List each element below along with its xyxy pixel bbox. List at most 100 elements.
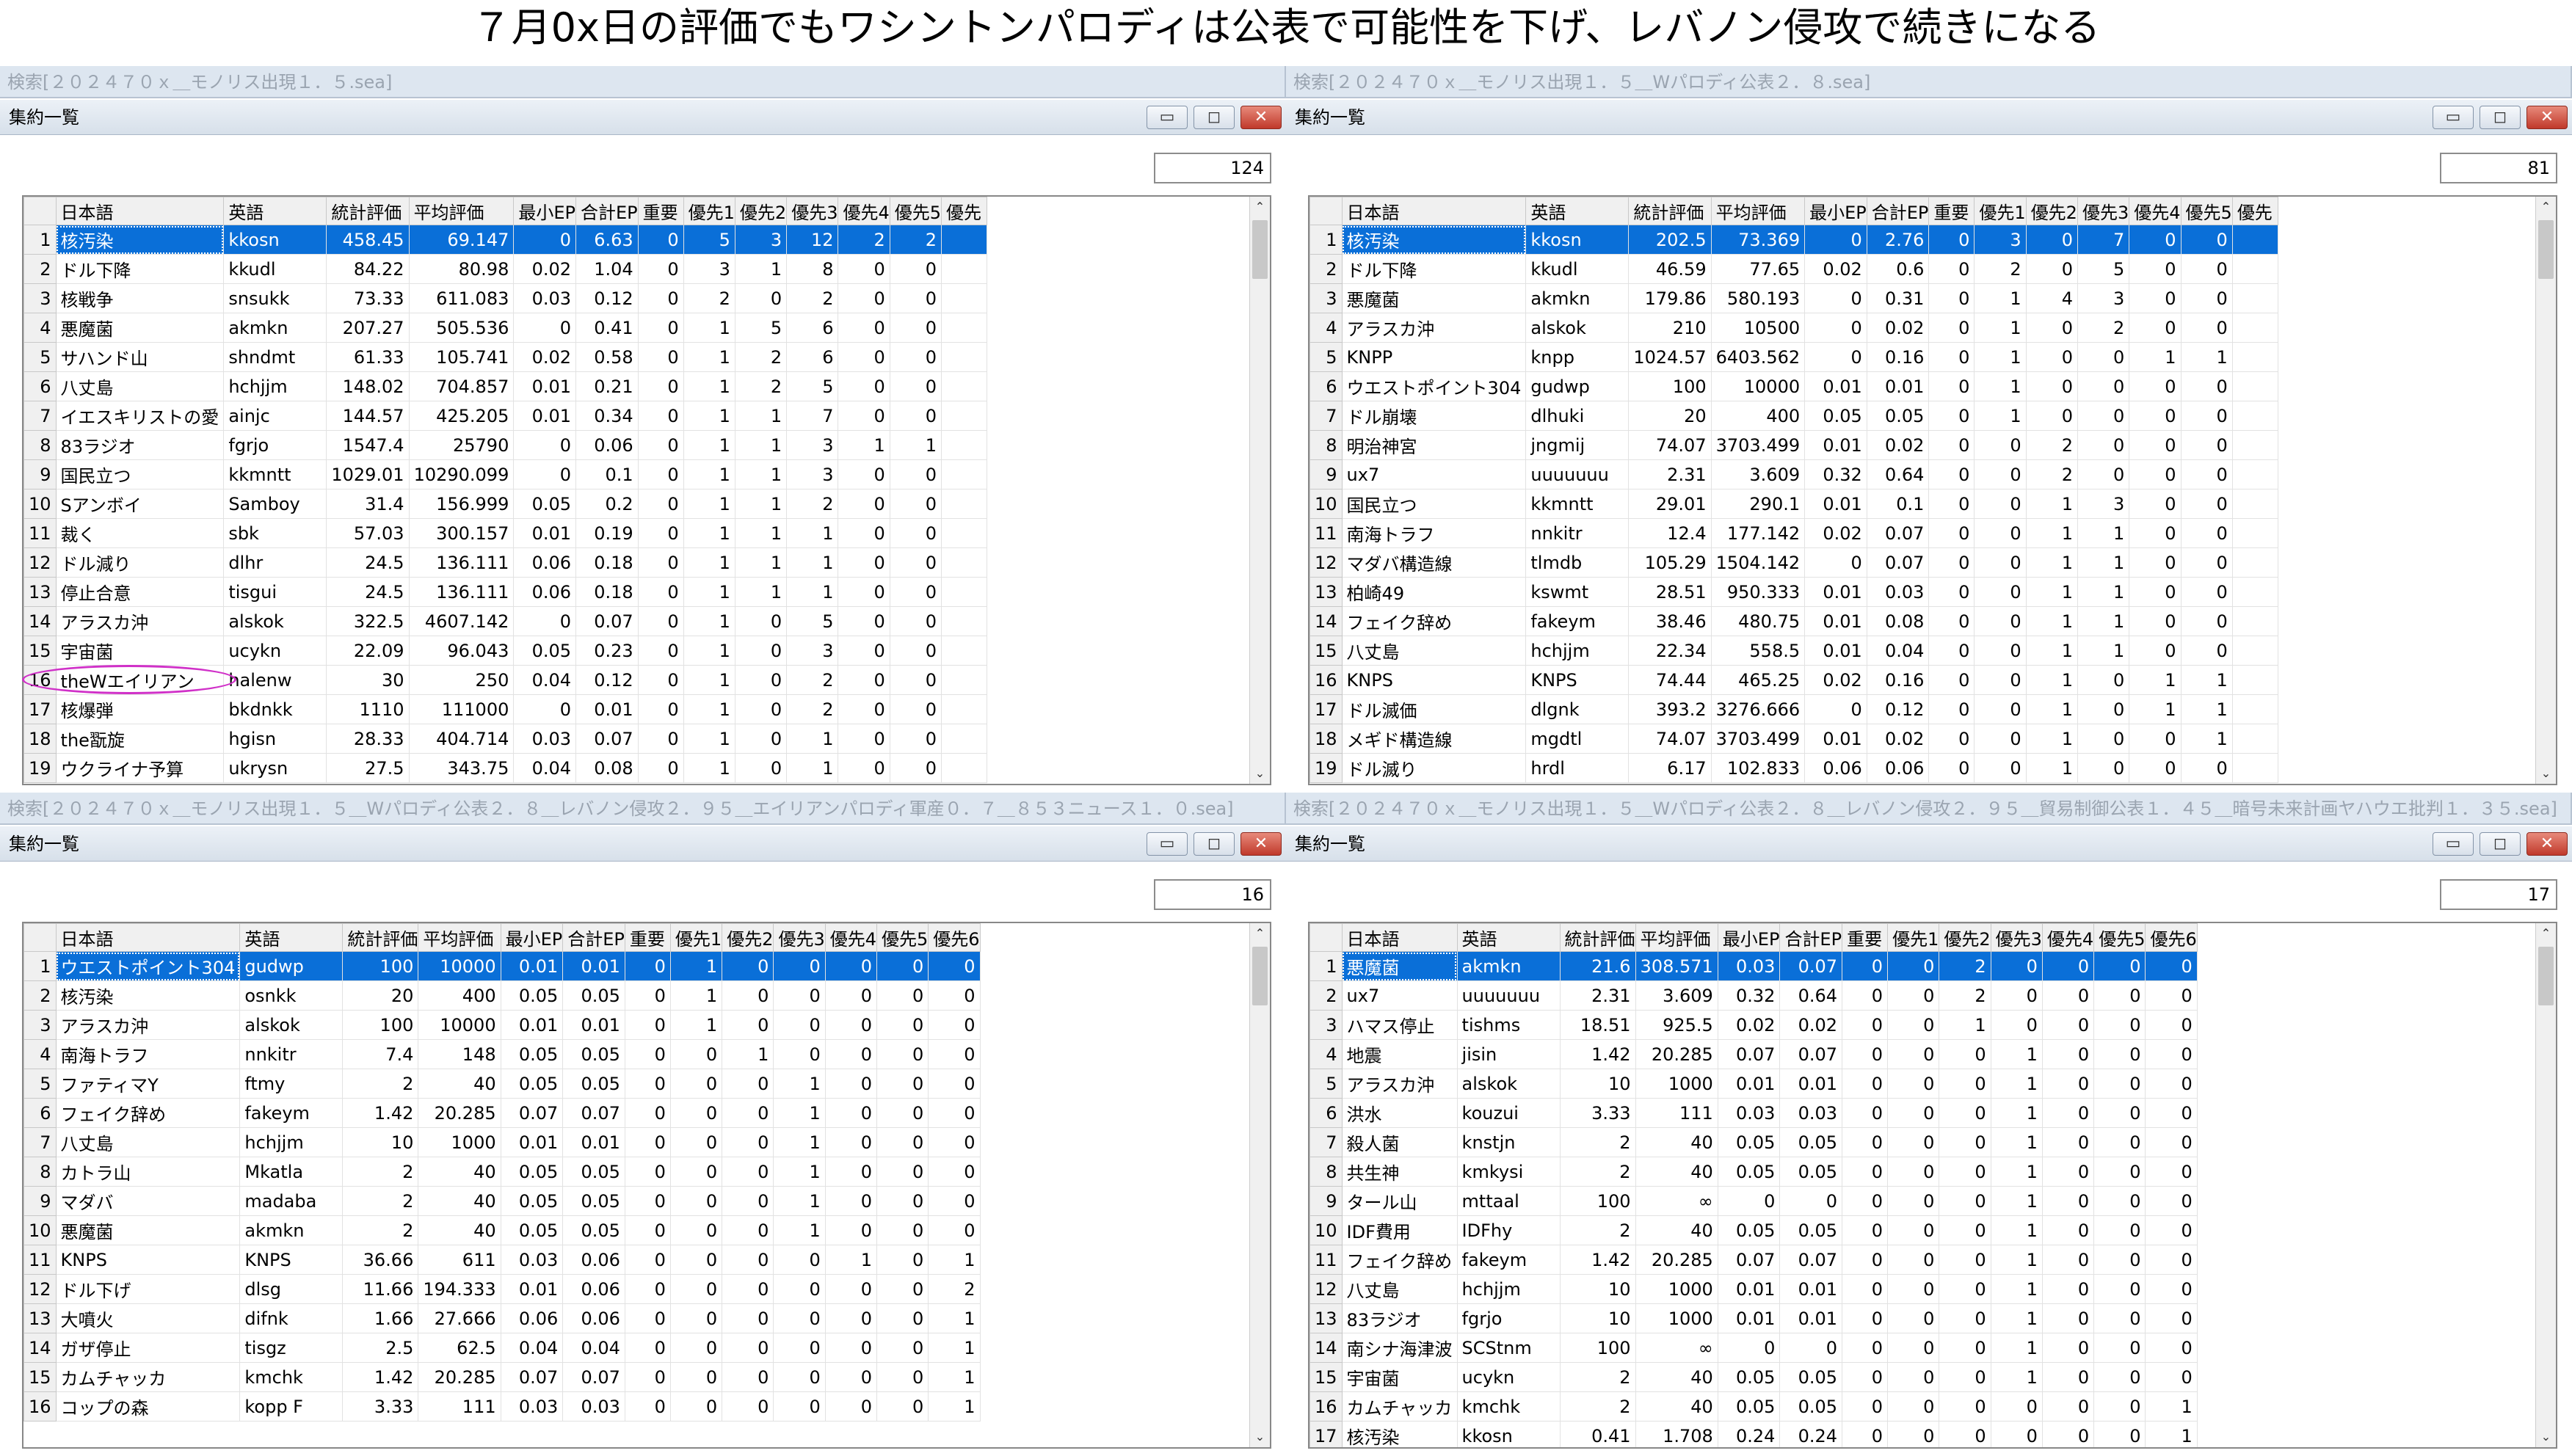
table-cell[interactable]: 0.06 (562, 1274, 625, 1304)
table-cell[interactable]: 0 (2041, 1127, 2095, 1157)
table-cell[interactable]: 0 (2093, 980, 2146, 1011)
table-cell[interactable]: ドル下降 (55, 254, 225, 284)
table-cell[interactable]: 0 (2041, 951, 2095, 981)
table-cell[interactable]: 0.19 (575, 518, 639, 548)
table-cell[interactable]: 1 (786, 547, 839, 578)
table-cell[interactable]: 73.33 (326, 283, 410, 313)
table-cell[interactable]: 84.22 (326, 254, 410, 284)
table-cell[interactable]: 0.02 (1866, 313, 1930, 343)
table-cell[interactable]: 5 (2077, 254, 2130, 284)
table-cell[interactable]: タール山 (1341, 1186, 1458, 1216)
table-row[interactable]: 1 核汚染 kkosn 202.5 73.369 0 2.76 0 3 0 7 0 0 (1309, 225, 2278, 255)
table-cell[interactable]: 0 (838, 636, 890, 666)
table-cell[interactable]: 0 (889, 313, 942, 343)
table-cell[interactable]: 0 (624, 951, 671, 981)
table-cell[interactable]: KNPS (239, 1245, 344, 1275)
table-cell[interactable]: 1 (773, 1215, 826, 1245)
table-cell[interactable]: 1 (734, 459, 788, 489)
column-header[interactable]: 優先1 (669, 923, 723, 952)
column-header[interactable]: 合計EP (562, 923, 625, 952)
table-cell[interactable]: 0 (1990, 1391, 2043, 1422)
table-cell[interactable]: 2 (928, 1274, 981, 1304)
table-cell[interactable]: 0.58 (575, 342, 639, 372)
table-row[interactable]: 13 83ラジオ fgrjo 10 1000 0.01 0.01 0 0 0 1 0 0 0 (1309, 1303, 2198, 1333)
table-cell[interactable]: 0 (513, 313, 576, 343)
table-cell[interactable]: 0.01 (1804, 489, 1867, 519)
table-cell[interactable]: 0.01 (562, 951, 625, 981)
table-cell[interactable]: 1 (683, 724, 735, 754)
table-cell[interactable]: 322.5 (326, 606, 410, 636)
table-cell[interactable]: 100 (342, 951, 419, 981)
table-cell[interactable]: 洪水 (1341, 1098, 1458, 1128)
minimize-button[interactable]: ▭ (1147, 106, 1188, 129)
column-header[interactable]: 優先3 (786, 197, 839, 225)
table-cell[interactable] (2231, 547, 2278, 578)
results-grid[interactable]: 日本語 英語 統計評価 平均評価 最小EP 合計EP 重要 優先1 優先2 優先3 優先4 優先5 優先… (22, 922, 1271, 1449)
table-cell[interactable]: 0 (1842, 1010, 1889, 1040)
table-cell[interactable]: 0.01 (1804, 636, 1867, 666)
table-cell[interactable]: カムチャッカ (1341, 1391, 1458, 1422)
table-cell[interactable]: 0 (637, 724, 684, 754)
table-cell[interactable]: 2 (889, 225, 942, 255)
table-cell[interactable]: アラスカ沖 (1341, 313, 1527, 343)
table-cell[interactable]: 343.75 (408, 753, 515, 783)
table-row[interactable]: 15 宇宙菌 ucykn 2 40 0.05 0.05 0 0 0 1 0 0 0 (1309, 1362, 2198, 1392)
table-cell[interactable]: 156.999 (408, 489, 515, 519)
table-cell[interactable]: 1 (773, 1098, 826, 1128)
table-cell[interactable]: 1 (2145, 1421, 2198, 1447)
table-cell[interactable]: 0 (1804, 283, 1867, 313)
table-cell[interactable]: 1547.4 (326, 430, 410, 460)
table-cell[interactable]: 0 (1928, 636, 1975, 666)
table-cell[interactable]: kkudl (1525, 254, 1630, 284)
table-cell[interactable]: 11.66 (342, 1274, 419, 1304)
table-cell[interactable]: hchjjm (1456, 1274, 1561, 1304)
table-cell[interactable]: 80.98 (408, 254, 515, 284)
table-row[interactable]: 9 タール山 mttaal 100 ∞ 0 0 0 0 0 1 0 0 0 (1309, 1186, 2198, 1216)
table-cell[interactable] (941, 636, 988, 666)
table-cell[interactable]: 0 (1974, 724, 2027, 754)
table-cell[interactable]: 0 (2077, 665, 2130, 695)
table-cell[interactable]: 0 (2025, 254, 2078, 284)
table-cell[interactable]: 0 (1939, 1391, 1991, 1422)
table-row[interactable]: 8 83ラジオ fgrjo 1547.4 25790 0 0.06 0 1 1 3 1 1 (23, 430, 988, 460)
table-cell[interactable]: kkosn (223, 225, 327, 255)
column-header[interactable]: 統計評価 (326, 197, 410, 225)
table-row[interactable]: 13 停止合意 tisgui 24.5 136.111 0.06 0.18 0 1 1 1 0 0 (23, 577, 988, 607)
table-cell[interactable]: 308.571 (1635, 951, 1718, 981)
table-cell[interactable]: 111 (1635, 1098, 1718, 1128)
vertical-scrollbar[interactable]: ⌃ ⌄ (2535, 197, 2556, 784)
table-cell[interactable]: 0.06 (513, 547, 576, 578)
table-cell[interactable]: 0 (838, 283, 890, 313)
table-cell[interactable]: 0 (1804, 547, 1867, 578)
table-cell[interactable]: 0 (1974, 636, 2027, 666)
table-cell[interactable]: 0 (734, 283, 788, 313)
table-cell[interactable]: kouzui (1456, 1098, 1561, 1128)
table-cell[interactable]: 宇宙菌 (55, 636, 225, 666)
table-cell[interactable]: 0 (1939, 1098, 1991, 1128)
table-cell[interactable]: 0 (838, 459, 890, 489)
table-cell[interactable]: 1 (683, 577, 735, 607)
table-cell[interactable]: 0 (889, 401, 942, 431)
table-cell[interactable]: 0 (2145, 1186, 2198, 1216)
table-cell[interactable]: 2 (1939, 980, 1991, 1011)
table-cell[interactable]: 1 (2025, 547, 2078, 578)
table-cell[interactable]: 0 (624, 1098, 671, 1128)
table-cell[interactable]: 100 (1628, 371, 1712, 401)
table-cell[interactable]: 0 (824, 1274, 878, 1304)
table-cell[interactable]: 0 (2180, 577, 2233, 607)
table-cell[interactable]: 0 (1842, 1215, 1889, 1245)
table-cell[interactable]: 1 (1990, 1098, 2043, 1128)
table-cell[interactable]: 0 (2129, 636, 2182, 666)
table-cell[interactable] (2231, 430, 2278, 460)
table-cell[interactable]: 0 (669, 1303, 723, 1333)
column-header[interactable]: 英語 (223, 197, 327, 225)
table-cell[interactable]: 0 (1842, 1157, 1889, 1187)
table-cell[interactable]: 400 (418, 980, 501, 1011)
table-cell[interactable]: 3 (2077, 489, 2130, 519)
table-cell[interactable]: 0.02 (1866, 724, 1930, 754)
table-cell[interactable]: 0 (889, 724, 942, 754)
table-cell[interactable]: 悪魔菌 (55, 1215, 241, 1245)
table-row[interactable]: 10 Sアンボイ Samboy 31.4 156.999 0.05 0.2 0 1 1 2 0 0 (23, 489, 988, 519)
table-cell[interactable]: 0.05 (562, 1039, 625, 1069)
table-cell[interactable]: 1 (1990, 1245, 2043, 1275)
